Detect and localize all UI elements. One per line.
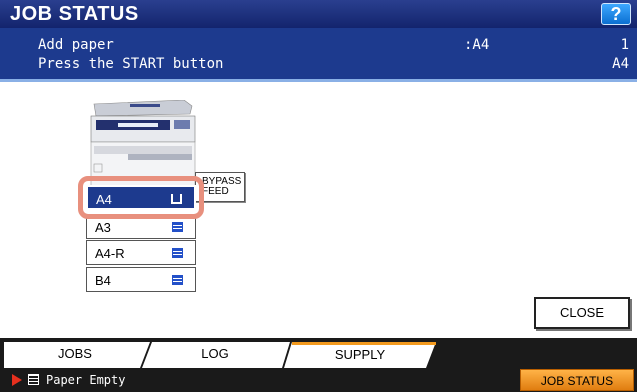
tray-a4-r[interactable]: A4-R — [86, 240, 196, 265]
requested-paper-size: :A4 — [464, 37, 490, 53]
selected-paper-size: A4 — [612, 56, 629, 72]
copy-count: 1 — [620, 37, 629, 53]
bypass-label-2: FEED — [202, 186, 229, 197]
help-button[interactable]: ? — [601, 3, 631, 25]
tab-supply[interactable]: SUPPLY — [300, 342, 420, 368]
paper-stack-icon — [172, 222, 183, 232]
tab-bar: JOBS LOG SUPPLY — [0, 338, 637, 368]
status-bar: Paper Empty JOB STATUS — [0, 368, 637, 392]
empty-tray-highlight — [78, 176, 204, 219]
title-bar: JOB STATUS ? — [0, 0, 637, 28]
tray-label: B4 — [95, 273, 111, 288]
message-line-2: Press the START button — [38, 56, 224, 72]
tab-jobs[interactable]: JOBS — [20, 342, 130, 368]
message-line-1: Add paper — [38, 37, 114, 53]
paper-stack-icon — [172, 275, 183, 285]
tab-log[interactable]: LOG — [160, 342, 270, 368]
play-icon — [12, 374, 22, 386]
message-bar: Add paper Press the START button :A4 1 A… — [0, 28, 637, 82]
status-text: Paper Empty — [46, 373, 126, 387]
tray-b4[interactable]: B4 — [86, 267, 196, 292]
job-status-button[interactable]: JOB STATUS — [520, 369, 634, 391]
list-icon — [28, 374, 39, 385]
close-button[interactable]: CLOSE — [534, 297, 630, 329]
paper-stack-icon — [172, 248, 183, 258]
page-title: JOB STATUS — [10, 3, 139, 25]
tray-label: A3 — [95, 220, 111, 235]
tray-label: A4-R — [95, 246, 125, 261]
